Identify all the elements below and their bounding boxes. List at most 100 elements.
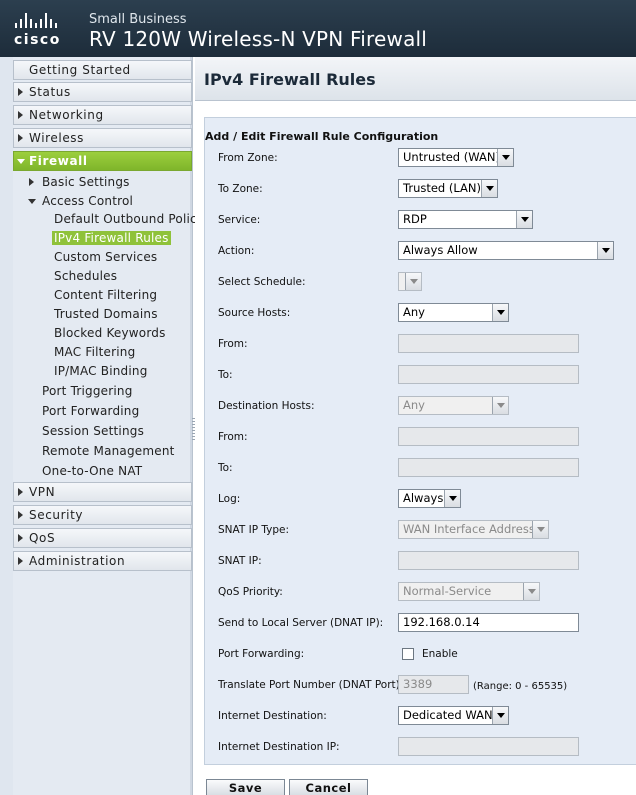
- sidebar-subitem-custom-services[interactable]: Custom Services: [54, 250, 157, 264]
- source-from-input[interactable]: [398, 334, 579, 353]
- dnat-port-label: Translate Port Number (DNAT Port):: [218, 679, 404, 691]
- snat-ip-type-select[interactable]: WAN Interface Address: [398, 520, 549, 539]
- port-forwarding-enable-label: Enable: [422, 648, 458, 660]
- expand-arrow-icon: [18, 88, 23, 96]
- sidebar-item-label: Security: [29, 508, 84, 522]
- cisco-logo-text: cisco: [14, 32, 61, 48]
- action-select[interactable]: Always Allow: [398, 241, 614, 260]
- chevron-down-icon: [492, 304, 508, 321]
- collapse-arrow-icon: [28, 199, 36, 204]
- main-content: IPv4 Firewall Rules Add / Edit Firewall …: [195, 57, 636, 795]
- port-forwarding-label: Port Forwarding:: [218, 648, 305, 660]
- from-zone-select[interactable]: Untrusted (WAN): [398, 148, 514, 167]
- cisco-logo-bars-icon: [15, 12, 76, 28]
- sidebar-item-wireless[interactable]: Wireless: [13, 128, 192, 148]
- internet-destination-label: Internet Destination:: [218, 710, 327, 722]
- source-from-label: From:: [218, 338, 248, 350]
- select-schedule-label: Select Schedule:: [218, 276, 306, 288]
- log-select[interactable]: Always: [398, 489, 461, 508]
- dnat-port-input[interactable]: 3389: [398, 675, 469, 694]
- sidebar-subitem-ip-mac-binding[interactable]: IP/MAC Binding: [54, 364, 148, 378]
- sidebar-item-label: Networking: [29, 108, 104, 122]
- sidebar-item-label: Administration: [29, 554, 126, 568]
- source-hosts-select[interactable]: Any: [398, 303, 509, 322]
- service-label: Service:: [218, 214, 261, 226]
- expand-arrow-icon: [18, 111, 23, 119]
- action-label: Action:: [218, 245, 255, 257]
- chevron-down-icon: [516, 211, 532, 228]
- chevron-down-icon: [597, 242, 613, 259]
- sidebar-item-label: Firewall: [29, 154, 88, 168]
- sidebar-item-administration[interactable]: Administration: [13, 551, 192, 571]
- port-forwarding-checkbox[interactable]: [402, 648, 414, 660]
- sidebar-subitem-basic-settings[interactable]: Basic Settings: [29, 175, 130, 189]
- dnat-ip-label: Send to Local Server (DNAT IP):: [218, 617, 384, 629]
- destination-hosts-select[interactable]: Any: [398, 396, 509, 415]
- internet-destination-ip-input[interactable]: [398, 737, 579, 756]
- qos-priority-label: QoS Priority:: [218, 586, 283, 598]
- chevron-down-icon: [492, 397, 508, 414]
- schedule-select[interactable]: [398, 272, 422, 291]
- dnat-ip-input[interactable]: 192.168.0.14: [398, 613, 579, 632]
- sidebar-item-networking[interactable]: Networking: [13, 105, 192, 125]
- sidebar-item-status[interactable]: Status: [13, 82, 192, 102]
- sidebar-subitem-content-filtering[interactable]: Content Filtering: [54, 288, 157, 302]
- sidebar-item-label: Status: [29, 85, 71, 99]
- sidebar-item-getting-started[interactable]: Getting Started: [13, 60, 192, 80]
- chevron-down-icon: [492, 707, 508, 724]
- collapse-arrow-icon: [17, 159, 25, 164]
- sidebar-subitem-schedules[interactable]: Schedules: [54, 269, 117, 283]
- brand-subtitle: Small Business: [89, 12, 187, 27]
- sidebar-subitem-trusted-domains[interactable]: Trusted Domains: [54, 307, 158, 321]
- sidebar-subitem-ipv4-firewall-rules[interactable]: IPv4 Firewall Rules: [52, 231, 171, 245]
- chevron-down-icon: [523, 583, 539, 600]
- expand-arrow-icon: [18, 557, 23, 565]
- product-title: RV 120W Wireless-N VPN Firewall: [89, 27, 428, 51]
- sidebar-subitem-port-forwarding[interactable]: Port Forwarding: [42, 404, 139, 418]
- destination-from-input[interactable]: [398, 427, 579, 446]
- snat-ip-input[interactable]: [398, 551, 579, 570]
- cancel-button[interactable]: Cancel: [289, 779, 368, 795]
- sidebar-item-vpn[interactable]: VPN: [13, 482, 192, 502]
- internet-destination-ip-label: Internet Destination IP:: [218, 741, 340, 753]
- sidebar-item-qos[interactable]: QoS: [13, 528, 192, 548]
- service-select[interactable]: RDP: [398, 210, 533, 229]
- expand-arrow-icon: [18, 488, 23, 496]
- sidebar-subitem-one-to-one-nat[interactable]: One-to-One NAT: [42, 464, 142, 478]
- sidebar-subitem-remote-management[interactable]: Remote Management: [42, 444, 175, 458]
- sidebar-subitem-default-outbound-policy[interactable]: Default Outbound Policy: [54, 212, 204, 226]
- destination-to-label: To:: [218, 462, 233, 474]
- expand-arrow-icon: [29, 178, 34, 186]
- cisco-logo: cisco: [14, 12, 76, 48]
- app-header: cisco Small Business RV 120W Wireless-N …: [0, 0, 636, 57]
- expand-arrow-icon: [18, 511, 23, 519]
- to-zone-select[interactable]: Trusted (LAN): [398, 179, 498, 198]
- sidebar-subitem-blocked-keywords[interactable]: Blocked Keywords: [54, 326, 166, 340]
- source-to-input[interactable]: [398, 365, 579, 384]
- chevron-down-icon: [405, 273, 421, 290]
- source-hosts-label: Source Hosts:: [218, 307, 291, 319]
- sidebar-subitem-access-control[interactable]: Access Control: [28, 194, 133, 208]
- internet-destination-select[interactable]: Dedicated WAN: [398, 706, 509, 725]
- log-label: Log:: [218, 493, 241, 505]
- chevron-down-icon: [532, 521, 548, 538]
- sidebar-item-label: Getting Started: [29, 63, 131, 77]
- sidebar-item-label: VPN: [29, 485, 56, 499]
- from-zone-label: From Zone:: [218, 152, 278, 164]
- save-button[interactable]: Save: [206, 779, 285, 795]
- destination-from-label: From:: [218, 431, 248, 443]
- sidebar-subitem-port-triggering[interactable]: Port Triggering: [42, 384, 133, 398]
- snat-ip-type-label: SNAT IP Type:: [218, 524, 290, 536]
- dnat-port-range-note: (Range: 0 - 65535): [473, 681, 568, 692]
- sidebar-item-label: QoS: [29, 531, 56, 545]
- sidebar-item-security[interactable]: Security: [13, 505, 192, 525]
- chevron-down-icon: [497, 149, 513, 166]
- sidebar-item-firewall[interactable]: Firewall: [13, 151, 192, 171]
- snat-ip-label: SNAT IP:: [218, 555, 262, 567]
- source-to-label: To:: [218, 369, 233, 381]
- destination-to-input[interactable]: [398, 458, 579, 477]
- sidebar-subitem-session-settings[interactable]: Session Settings: [42, 424, 144, 438]
- expand-arrow-icon: [18, 534, 23, 542]
- qos-priority-select[interactable]: Normal-Service: [398, 582, 540, 601]
- sidebar-subitem-mac-filtering[interactable]: MAC Filtering: [54, 345, 135, 359]
